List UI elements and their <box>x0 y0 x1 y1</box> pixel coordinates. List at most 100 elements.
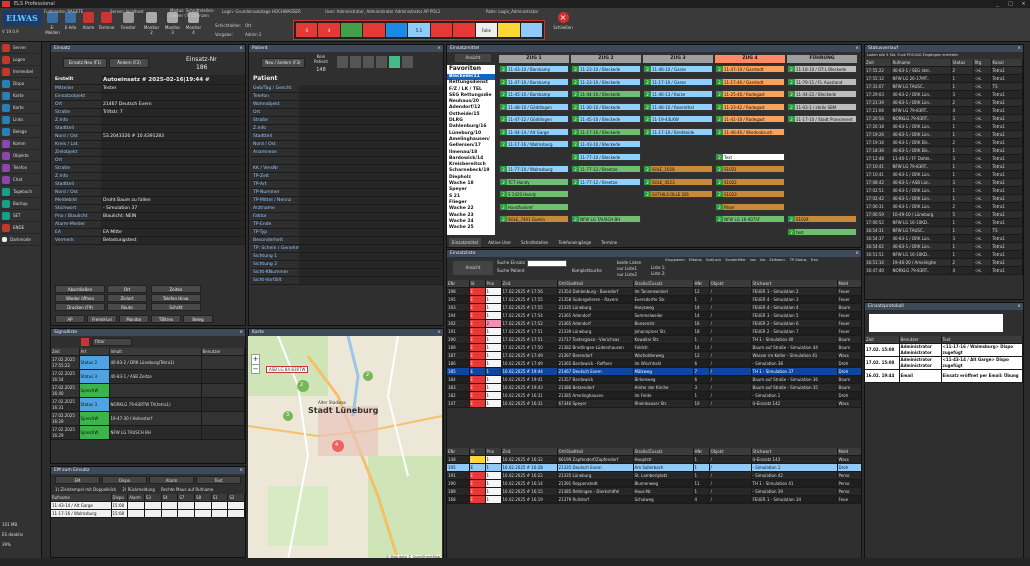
tab-schnittstellen[interactable]: Schnittstellen <box>518 238 551 247</box>
column-header[interactable]: S4 <box>161 494 179 502</box>
table-row[interactable]: 17:10:41 NFW LG 79-83RT.. 1 ->L Tetra1 <box>865 162 1023 171</box>
unit-item[interactable]: 2 11-44-14 / Alt Garge <box>499 127 569 136</box>
column-header[interactable]: Alarm <box>127 494 145 502</box>
table-row[interactable]: 193 E 1 17.02.2025 # 17:55 21335 Lüneburg Han… <box>447 303 861 312</box>
zug-header[interactable]: FÜHRUNG <box>787 55 857 63</box>
unit-item[interactable]: 2 11-45-10 / Bleckede <box>571 115 641 123</box>
field-value[interactable] <box>299 141 443 148</box>
status-cell-2[interactable] <box>340 23 363 37</box>
einsatzliste-ansicht[interactable]: Ansicht <box>453 261 493 275</box>
column-header[interactable]: Benutzer <box>899 336 942 344</box>
table-row[interactable]: 148 E 1 16.02.2025 # 16:32 66199 Zapfendorf/… <box>447 455 861 464</box>
table-row[interactable]: 187 E 1 17.02.2025 # 17:49 21397 Barendorf Wa… <box>447 351 861 360</box>
table-row[interactable]: 186 E 1 16.02.2025 # 17:49 21365 Bardowick -… <box>447 359 861 368</box>
unit-item[interactable]: 2 11-77-12 / Breetze <box>571 165 641 173</box>
field-value[interactable] <box>299 125 443 132</box>
unit-item[interactable]: 2 SOLE_7401 Gumin <box>499 215 569 223</box>
close-icon[interactable]: × <box>437 45 441 52</box>
filter-liste2[interactable]: nur Liste2 <box>617 272 637 277</box>
filter-header[interactable]: bis <box>760 258 765 262</box>
table-row[interactable]: 17:02:42 40-83-1 / DRK Lün.. 1 ->L Tetra1 <box>865 194 1023 203</box>
unit-item[interactable]: 2 Text <box>715 152 785 161</box>
table-row[interactable]: 17:19:16 40-83-1 / DRK Elk.. 2 ->L Tetra1 <box>865 138 1023 147</box>
print-icon[interactable] <box>376 56 387 68</box>
map-cluster-3[interactable]: 2 <box>366 372 369 378</box>
unit-item[interactable]: 2 11-46-10 / Garze <box>643 65 713 73</box>
status-cell-5[interactable]: 5.1 <box>408 23 430 37</box>
column-header[interactable]: St <box>469 448 486 456</box>
field-value[interactable] <box>299 101 443 108</box>
field-value[interactable] <box>299 93 443 100</box>
close-icon[interactable]: × <box>1017 303 1021 310</box>
schliessen-button[interactable]: × Schließen <box>552 10 574 40</box>
table-row[interactable]: 16:47:40 NORKLG 79-83RT.. 4 ->L Tetra1 <box>865 266 1023 275</box>
unit-item[interactable]: 2 11-17-10 / Breitkeide <box>643 127 713 136</box>
close-icon[interactable]: × <box>855 250 859 257</box>
zug-header[interactable]: ZUG 3 <box>643 55 713 63</box>
unit-item[interactable]: 2 11-41-10 / Radegast <box>715 115 785 123</box>
table-row[interactable]: 17:21:06 NFW LG 79-83RT.. 4 ->L Tetra1 <box>865 106 1023 115</box>
field-value[interactable] <box>299 133 443 140</box>
column-header[interactable]: HNr <box>693 280 710 288</box>
table-row[interactable]: 17:00:59 10-49-10 / Lüneburg 5 ->L Tetra1 <box>865 210 1023 219</box>
field-value[interactable]: Blaulicht: NEIN <box>101 213 245 220</box>
column-header[interactable]: Straße/Zusatz <box>633 280 694 288</box>
field-value[interactable]: 53.2043326 # 10.4391283 <box>101 133 245 140</box>
table-row[interactable]: 17.02.2025 16:29 SprechW NFW LG TAUSCH BH <box>51 425 245 440</box>
field-value[interactable] <box>101 117 245 124</box>
column-header[interactable]: Rufname <box>51 494 112 502</box>
unit-item[interactable]: 2 11-17-10 / Bleckede <box>571 127 641 136</box>
unit-item[interactable]: 2 11-17-16 / Walmsburg <box>499 140 569 148</box>
column-header[interactable]: Zeit <box>501 448 558 456</box>
unit-item[interactable]: 2 S1021 <box>715 165 785 173</box>
zug-header[interactable]: ZUG 4 <box>715 55 785 63</box>
fenster-button[interactable]: Fenster <box>120 10 137 40</box>
darkmode-toggle[interactable]: Darkmode <box>0 234 41 246</box>
filter-beide[interactable]: beide Listen <box>617 260 641 265</box>
signal-filter-button[interactable]: Filter <box>92 338 132 346</box>
unit-item[interactable]: 2 11-48-10 / Göddingen <box>499 102 569 111</box>
column-header[interactable]: Dispo <box>111 494 129 502</box>
unit-item[interactable]: 2 SOLE_1028 <box>643 165 713 173</box>
status-cell-3[interactable] <box>363 23 385 37</box>
table-row[interactable]: 17.02.2025 17:55:22 Status 2 40-83-2 / DRK… <box>51 355 245 370</box>
field-value[interactable] <box>101 173 245 180</box>
column-header[interactable]: Meld <box>837 448 861 456</box>
sidebar-item-backup[interactable]: Backup <box>0 198 41 210</box>
filter-header[interactable]: Grd/Lock <box>706 258 721 262</box>
unit-item[interactable]: 2 11-43-10 / Barskamp <box>499 65 569 73</box>
status-cell-6[interactable] <box>430 23 453 37</box>
field-value[interactable] <box>299 261 443 268</box>
zug-header[interactable]: ZUG 2 <box>571 55 641 63</box>
status-cell-1[interactable]: 4 <box>318 23 340 37</box>
column-header[interactable]: Prio <box>485 280 502 288</box>
e-melden-button[interactable]: E-Melden <box>44 10 61 40</box>
column-header[interactable]: Stichwort <box>751 448 838 456</box>
column-header[interactable]: Benutzer <box>201 348 245 356</box>
field-value[interactable] <box>101 141 245 148</box>
table-row[interactable]: 17:10:41 40-83-1 / DRK Lün.. 1 ->L Tetra1 <box>865 170 1023 179</box>
einsatz-action-button[interactable]: AP <box>55 315 85 323</box>
filter-header[interactable]: Elitatus <box>689 258 702 262</box>
einsatz-action-button[interactable]: Fremd-Lei <box>87 315 117 323</box>
unit-item[interactable]: 2 test <box>787 227 857 236</box>
ambulance-icon[interactable] <box>389 56 400 68</box>
sidebar-item-komm[interactable]: Komm <box>0 138 41 150</box>
einsatz-action-button[interactable]: TBitrex <box>151 315 181 323</box>
field-value[interactable] <box>101 165 245 172</box>
close-icon[interactable]: × <box>855 45 859 52</box>
field-value[interactable] <box>101 93 245 100</box>
column-header[interactable]: Zeit <box>51 348 80 356</box>
map-cluster-1[interactable]: 2 <box>300 382 303 388</box>
status-cell-4[interactable] <box>385 23 408 37</box>
table-row[interactable]: 17:19:26 40-83-1 / DRK Lün.. 1 ->L Tetra1 <box>865 130 1023 139</box>
table-row[interactable]: 17.02. 15:08 Administrator Administrator <… <box>865 343 1023 357</box>
suche-einsatz-input[interactable] <box>527 260 567 267</box>
table-row[interactable]: 17.02.2025 16:40 SprechW <box>51 383 245 398</box>
table-row[interactable]: 17:55:22 40-83-1 / SEG stel.. 2 ->L Tetra1 <box>865 66 1023 75</box>
einsatz-action-button[interactable]: Beleg <box>183 315 213 323</box>
field-value[interactable] <box>299 229 443 236</box>
unit-item[interactable]: 2 11-79-11 / FL Ausstand <box>787 77 857 86</box>
column-header[interactable]: Art <box>79 348 110 356</box>
patient-neu-button[interactable]: Neu / ändern (F3) <box>261 58 305 68</box>
